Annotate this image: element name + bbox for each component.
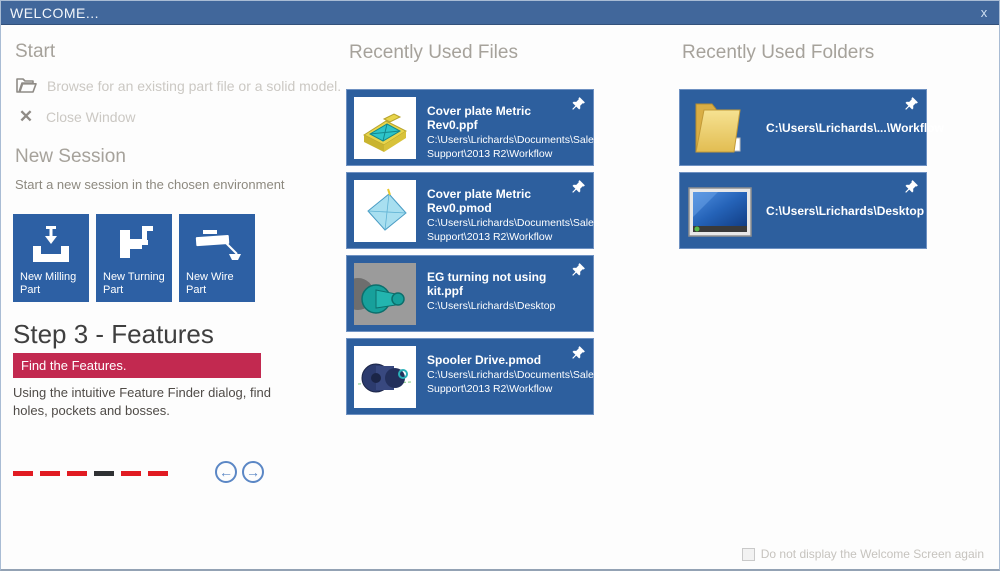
step-pagination [13,471,168,476]
recent-folder-tile[interactable]: C:\Users\Lrichards\Desktop [679,172,927,249]
new-session-heading: New Session [15,146,126,168]
desktop-icon [688,187,752,242]
page-dash [148,471,168,476]
page-dash [67,471,87,476]
part-thumbnail [354,263,416,325]
open-folder-icon [15,75,38,97]
file-path: C:\Users\Lrichards\Desktop [427,300,567,314]
folder-path: C:\Users\Lrichards\...\Workflow [766,90,900,165]
recent-files-heading: Recently Used Files [349,42,518,64]
recent-folders-heading: Recently Used Folders [682,42,874,64]
milling-machine-icon [13,222,89,268]
start-heading: Start [15,41,55,63]
new-session-subtitle: Start a new session in the chosen enviro… [15,177,285,192]
part-thumbnail [354,97,416,159]
next-step-button[interactable]: → [242,461,264,483]
tile-label: New Milling Part [20,271,85,297]
window-title: WELCOME... [1,5,99,21]
pin-icon[interactable] [571,179,586,199]
folder-path: C:\Users\Lrichards\Desktop [766,173,900,248]
pin-icon[interactable] [571,345,586,365]
file-path: C:\Users\Lrichards\Documents\Sales Suppo… [427,369,567,396]
step-banner: Find the Features. [13,353,261,378]
file-path: C:\Users\Lrichards\Documents\Sales Suppo… [427,217,567,244]
page-dash [94,471,114,476]
tile-label: New Wire Part [186,271,251,297]
do-not-display-checkbox[interactable] [742,548,755,561]
file-name: EG turning not using kit.ppf [427,270,567,298]
step-description: Using the intuitive Feature Finder dialo… [13,384,281,419]
turning-lathe-icon [96,222,172,268]
close-x-icon: ✕ [15,107,37,127]
recent-folder-tile[interactable]: C:\Users\Lrichards\...\Workflow [679,89,927,166]
close-window-button[interactable]: x [969,5,999,20]
folder-icon [688,98,752,163]
welcome-window: WELCOME... x Start Browse for an existin… [0,0,1000,571]
recent-file-tile[interactable]: EG turning not using kit.ppf C:\Users\Lr… [346,255,594,332]
pin-icon[interactable] [571,262,586,282]
part-thumbnail [354,346,416,408]
pin-icon[interactable] [904,96,919,116]
do-not-display-label: Do not display the Welcome Screen again [761,547,984,561]
recent-file-tile[interactable]: Cover plate Metric Rev0.pmod C:\Users\Lr… [346,172,594,249]
file-name: Cover plate Metric Rev0.pmod [427,187,567,215]
wire-edm-icon [179,222,255,268]
recent-file-tile[interactable]: Cover plate Metric Rev0.ppf C:\Users\Lri… [346,89,594,166]
browse-part-link[interactable]: Browse for an existing part file or a so… [15,75,341,97]
new-wire-part-tile[interactable]: New Wire Part [179,214,255,302]
file-path: C:\Users\Lrichards\Documents\Sales Suppo… [427,134,567,161]
pin-icon[interactable] [904,179,919,199]
file-name: Cover plate Metric Rev0.ppf [427,104,567,132]
new-milling-part-tile[interactable]: New Milling Part [13,214,89,302]
step-heading: Step 3 - Features [13,319,214,350]
part-thumbnail [354,180,416,242]
title-bar: WELCOME... x [1,1,999,25]
prev-step-button[interactable]: ← [215,461,237,483]
new-turning-part-tile[interactable]: New Turning Part [96,214,172,302]
pin-icon[interactable] [571,96,586,116]
close-window-label: Close Window [46,109,135,125]
file-name: Spooler Drive.pmod [427,353,567,367]
page-dash [13,471,33,476]
tile-label: New Turning Part [103,271,168,297]
page-dash [121,471,141,476]
page-dash [40,471,60,476]
welcome-screen-option: Do not display the Welcome Screen again [742,547,984,561]
recent-file-tile[interactable]: Spooler Drive.pmod C:\Users\Lrichards\Do… [346,338,594,415]
new-session-tiles: New Milling Part New Turning Part [13,214,255,302]
step-nav: ← → [215,461,264,483]
browse-part-label: Browse for an existing part file or a so… [47,78,341,94]
close-window-link[interactable]: ✕ Close Window [15,107,135,127]
